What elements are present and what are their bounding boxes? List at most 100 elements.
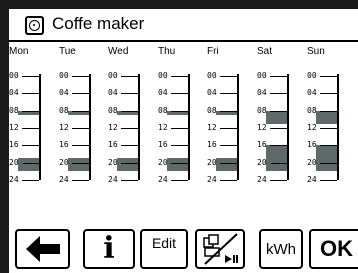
- schedule-bar: [117, 158, 138, 172]
- hour-label: 24: [108, 175, 118, 184]
- hour-tick: [72, 76, 89, 77]
- hour-tick: [171, 128, 188, 129]
- hour-tick: [121, 162, 138, 164]
- day-name: Wed: [108, 46, 129, 57]
- hour-label: 08: [59, 105, 69, 115]
- manual-switch-button[interactable]: [195, 229, 245, 269]
- day-name: Fri: [207, 46, 219, 57]
- hour-tick: [220, 93, 237, 95]
- hour-tick: [121, 128, 138, 129]
- hour-label: 24: [158, 175, 168, 184]
- weekly-schedule: Mon 00 04 08 12 16 20 24 Tue 00 04 08 12 16 20 24 Wed 00 0…: [9, 44, 358, 224]
- day-axis: [39, 74, 41, 180]
- back-button[interactable]: [15, 229, 70, 269]
- hour-tick: [320, 76, 337, 77]
- hour-label: 20: [207, 157, 217, 167]
- day-axis: [237, 74, 239, 180]
- hour-tick: [320, 145, 337, 147]
- day-column-fri[interactable]: Fri 00 04 08 12 16 20 24: [207, 44, 257, 224]
- hour-tick: [22, 93, 39, 95]
- hour-label: 00: [9, 71, 19, 80]
- hour-tick: [121, 180, 138, 181]
- day-name: Sat: [257, 46, 273, 57]
- day-column-tue[interactable]: Tue 00 04 08 12 16 20 24: [59, 44, 109, 224]
- hour-tick: [171, 76, 188, 77]
- day-column-mon[interactable]: Mon 00 04 08 12 16 20 24: [9, 44, 59, 224]
- schedule-bar: [316, 110, 337, 124]
- toolbar: i Edit kWh OK: [9, 223, 358, 273]
- manual-switch-icon: [203, 233, 238, 265]
- hour-tick: [121, 145, 138, 147]
- hour-tick: [121, 76, 138, 77]
- hour-tick: [171, 180, 188, 181]
- hour-tick: [320, 93, 337, 95]
- hour-label: 08: [307, 105, 317, 115]
- day-column-sat[interactable]: Sat 00 04 08 12 16 20 24: [257, 44, 307, 224]
- hour-tick: [270, 162, 287, 164]
- page-title: Coffe maker: [52, 14, 145, 33]
- coffee-maker-screen: Coffe maker Mon 00 04 08 12 16 20 24 Tue 00 04 08 12…: [0, 0, 358, 273]
- day-column-wed[interactable]: Wed 00 04 08 12 16 20 24: [108, 44, 158, 224]
- hour-label: 24: [59, 175, 69, 184]
- day-column-sun[interactable]: Sun 00 04 08 12 16 20 24: [307, 44, 357, 224]
- hour-tick: [72, 110, 89, 112]
- day-name: Thu: [158, 46, 176, 57]
- hour-tick: [72, 162, 89, 164]
- schedule-bar: [68, 158, 89, 172]
- hour-tick: [320, 110, 337, 112]
- hour-label: 24: [257, 175, 267, 184]
- day-name: Mon: [9, 46, 29, 57]
- socket-icon: [25, 16, 44, 35]
- hour-tick: [220, 76, 237, 77]
- ok-button[interactable]: OK: [309, 229, 358, 269]
- hour-label: 24: [307, 175, 317, 184]
- hour-label: 08: [158, 105, 168, 115]
- hour-label: 16: [59, 140, 69, 150]
- day-column-thu[interactable]: Thu 00 04 08 12 16 20 24: [158, 44, 208, 224]
- edit-button[interactable]: Edit: [140, 229, 188, 269]
- schedule-bar: [266, 145, 287, 172]
- hour-tick: [171, 162, 188, 164]
- hour-tick: [320, 162, 337, 164]
- hour-tick: [171, 93, 188, 95]
- hour-label: 08: [9, 105, 19, 115]
- hour-tick: [22, 145, 39, 147]
- hour-label: 08: [207, 105, 217, 115]
- hour-label: 16: [307, 140, 317, 150]
- hour-label: 04: [59, 88, 69, 98]
- hour-tick: [22, 110, 39, 112]
- hour-label: 20: [257, 157, 267, 167]
- device-frame-left: [0, 0, 9, 273]
- hour-label: 12: [207, 123, 217, 132]
- day-axis: [337, 74, 339, 180]
- hour-tick: [22, 76, 39, 77]
- hour-label: 20: [158, 157, 168, 167]
- day-axis: [89, 74, 91, 180]
- hour-label: 00: [207, 71, 217, 80]
- hour-tick: [320, 180, 337, 181]
- info-button[interactable]: i: [83, 229, 135, 269]
- hour-tick: [121, 93, 138, 95]
- hour-label: 16: [257, 140, 267, 150]
- day-axis: [287, 74, 289, 180]
- hour-label: 04: [257, 88, 267, 98]
- hour-label: 16: [9, 140, 19, 150]
- hour-label: 16: [108, 140, 118, 150]
- hour-tick: [72, 128, 89, 129]
- hour-label: 00: [59, 71, 69, 80]
- kwh-button[interactable]: kWh: [259, 229, 303, 269]
- hour-tick: [171, 110, 188, 112]
- hour-label: 00: [307, 71, 317, 80]
- hour-label: 08: [108, 105, 118, 115]
- schedule-bar: [266, 110, 287, 124]
- hour-tick: [270, 93, 287, 95]
- hour-tick: [72, 180, 89, 181]
- hour-label: 04: [207, 88, 217, 98]
- hour-tick: [220, 110, 237, 112]
- schedule-bar: [167, 158, 188, 172]
- schedule-bar: [18, 158, 39, 172]
- hour-label: 12: [257, 123, 267, 132]
- hour-label: 12: [59, 123, 69, 132]
- hour-label: 00: [257, 71, 267, 80]
- hour-tick: [22, 180, 39, 181]
